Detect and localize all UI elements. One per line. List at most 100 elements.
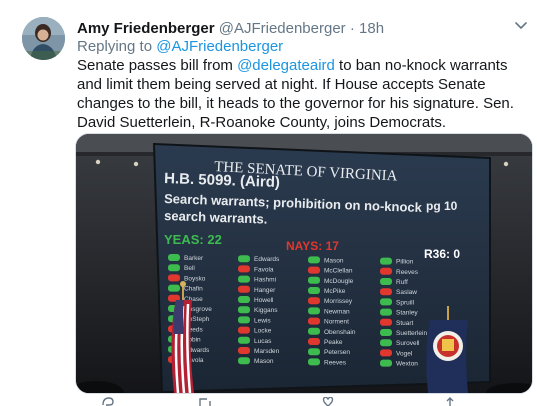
vote-indicator [380,339,392,347]
senator-name: Wexton [396,361,418,368]
mention-link[interactable]: @delegateaird [237,57,335,74]
vote-indicator [380,288,392,296]
senator-name: Reeves [324,359,347,366]
vote-indicator [308,317,320,325]
senator-name: Mason [254,358,274,365]
chevron-down-icon[interactable] [511,16,531,36]
replying-to: Replying to @AJFriedenberger [77,38,283,56]
vote-indicator [238,285,250,293]
vote-indicator [308,307,320,315]
retweet-icon[interactable] [197,397,213,406]
vote-indicator [238,316,250,324]
author-avatar[interactable] [22,17,65,60]
vote-indicator [308,348,320,356]
vote-indicator [168,284,180,292]
tweet-timestamp[interactable]: 18h [359,20,384,37]
senator-name: Favola [254,266,274,273]
vote-indicator [308,256,320,264]
vote-indicator [308,358,320,366]
senator-name: Suetterlein [396,330,427,337]
vote-indicator [380,267,392,275]
senator-name: Ruff [396,279,408,286]
vote-indicator [238,326,250,334]
senator-name: Hanger [254,287,276,294]
senate-vote-board-photo: THE SENATE OF VIRGINIA H.B. 5099. (Aird)… [76,134,532,393]
tweet-text: Senate passes bill from @delegateaird to… [77,56,529,132]
senator-name: Reeves [396,269,419,276]
senator-name: Pillion [396,259,414,266]
vote-indicator [168,254,180,261]
senator-name: Stuart [396,320,414,327]
tweet-actions [77,397,517,406]
senator-name: Surovell [396,340,420,347]
vote-indicator [168,274,180,282]
tweet-text-start: Senate passes bill from [77,57,238,74]
senator-name: Kiggans [254,307,278,314]
vote-indicator [308,327,320,335]
senator-name: Mason [324,257,344,264]
board-page: pg 10 [426,199,458,213]
senator-name: Peake [324,339,343,346]
board-nays: NAYS: 17 [286,239,339,253]
senator-name: Hashmi [254,277,276,284]
vote-indicator [308,338,320,345]
like-icon[interactable] [321,397,335,406]
board-r36: R36: 0 [424,247,460,261]
senator-name: Newman [324,308,350,315]
vote-indicator [380,298,392,306]
vote-indicator [308,287,320,294]
senator-name: Bell [184,265,195,272]
senator-name: Spruill [396,299,415,306]
reply-icon[interactable] [101,397,115,406]
senator-name: McPike [324,288,346,295]
senator-name: McClellan [324,268,353,275]
vote-indicator [168,264,180,272]
vote-indicator [238,357,250,365]
senator-name: Saslaw [396,289,417,296]
senator-name: Morrissey [324,298,353,305]
replying-to-link[interactable]: @AJFriedenberger [156,38,283,55]
tweet-header: Amy Friedenberger @AJFriedenberger · 18h [77,20,384,38]
senator-name: Petersen [324,349,350,356]
avatar-photo [22,17,65,60]
board-yeas: YEAS: 22 [164,232,222,247]
senator-name: Chafin [184,286,203,293]
virginia-flag [426,320,468,393]
senator-name: Vogel [396,350,413,357]
vote-indicator [238,336,250,344]
vote-indicator [238,306,250,314]
senator-name: Howell [254,297,274,304]
vote-indicator [380,257,392,265]
vote-indicator [238,347,250,354]
vote-indicator [380,349,392,357]
vote-indicator [380,308,392,316]
senator-name: Norment [324,319,349,326]
author-name[interactable]: Amy Friedenberger [77,20,215,37]
senator-name: Stanley [396,310,418,317]
vote-indicator [308,266,320,274]
vote-indicator [380,318,392,326]
share-icon[interactable] [443,397,457,406]
tweet-photo[interactable]: THE SENATE OF VIRGINIA H.B. 5099. (Aird)… [75,133,533,394]
header-separator: · [349,20,355,37]
vote-indicator [238,296,250,303]
vote-indicator [238,255,250,263]
senator-name: Edwards [254,256,280,263]
senator-name: Obenshain [324,329,356,336]
senator-name: Barker [184,255,204,262]
vote-indicator [238,265,250,273]
senator-name: Boysko [184,275,206,282]
senator-name: McDougle [324,278,354,285]
vote-indicator [308,297,320,305]
replying-prefix: Replying to [77,38,157,55]
vote-indicator [238,275,250,283]
vote-indicator [380,278,392,285]
senator-name: Lewis [254,317,271,324]
vote-indicator [380,359,392,367]
author-handle[interactable]: @AJFriedenberger [219,20,346,37]
senator-name: Locke [254,328,272,335]
senator-name: Lucas [254,338,272,345]
vote-indicator [380,329,392,336]
senator-name: Marsden [254,348,280,355]
vote-indicator [308,276,320,284]
